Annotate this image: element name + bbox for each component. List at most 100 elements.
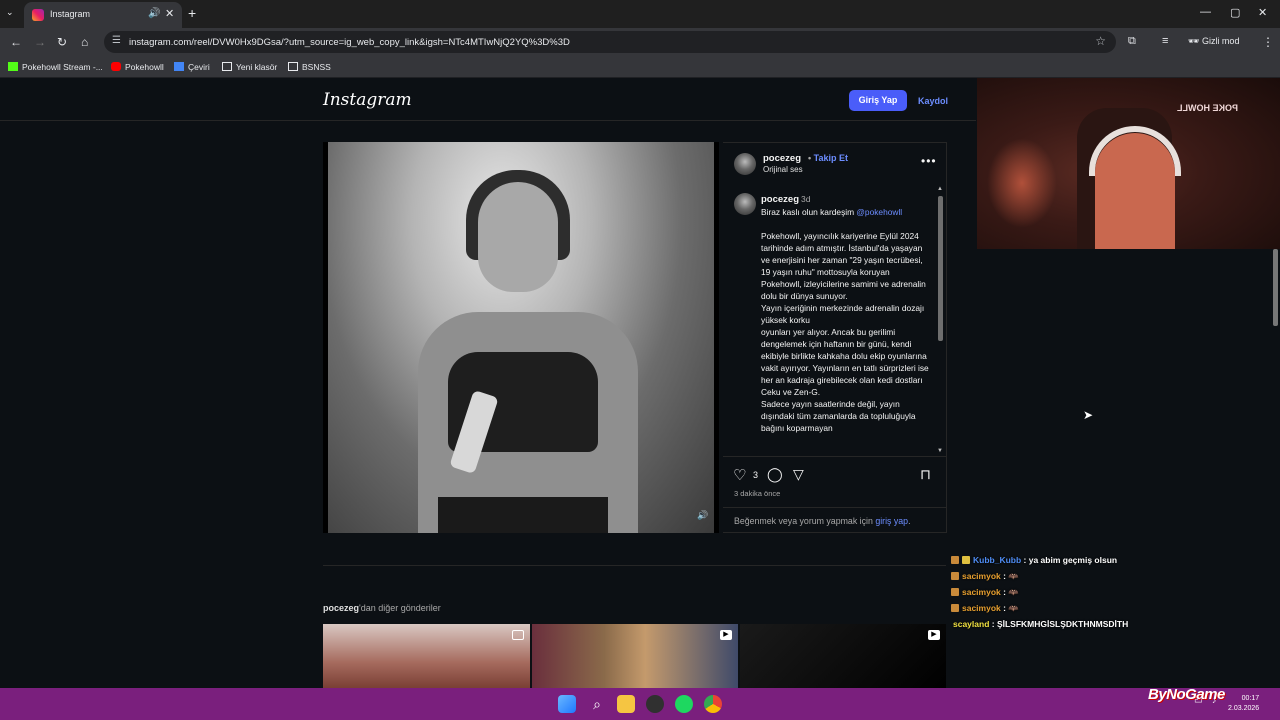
search-icon[interactable]: ⌕ bbox=[588, 695, 606, 713]
share-icon[interactable]: ▽ bbox=[793, 466, 804, 483]
tab-strip: ⌄ Instagram 🔊 ✕ + — ▢ ✕ bbox=[0, 0, 1280, 28]
post-thumbnail[interactable] bbox=[323, 624, 530, 688]
more-options-icon[interactable]: ••• bbox=[921, 154, 937, 168]
audio-playing-icon[interactable]: 🔊 bbox=[148, 8, 160, 19]
caption-paragraph: Yayın içeriğinin merkezinde adrenalin do… bbox=[761, 303, 925, 325]
chat-user: sacimyok bbox=[962, 571, 1001, 581]
post-thumbnail[interactable]: ▶ bbox=[532, 624, 738, 688]
cam-lamp-glow bbox=[987, 138, 1057, 228]
bookmark-pokehowll[interactable]: Pokehowll bbox=[111, 62, 164, 72]
scroll-up-icon[interactable]: ▲ bbox=[937, 186, 943, 192]
caption-paragraph: Pokehowll, yayıncılık kariyerine Eylül 2… bbox=[761, 231, 926, 301]
bookmark-label: BSNSS bbox=[302, 62, 331, 72]
incognito-icon: 🕶 bbox=[1188, 36, 1202, 46]
bookmark-ceviri[interactable]: Çeviri bbox=[174, 62, 210, 72]
bookmark-folder-yeni-klasor[interactable]: Yeni klasör bbox=[222, 62, 277, 72]
bookmark-label: Çeviri bbox=[188, 62, 210, 72]
caption-scroll-thumb[interactable] bbox=[938, 196, 943, 341]
login-prompt-text: Beğenmek veya yorum yapmak için bbox=[734, 516, 873, 526]
browser-menu-icon[interactable]: ⋮ bbox=[1262, 35, 1274, 49]
media-controls-icon[interactable]: ≡ bbox=[1162, 35, 1168, 47]
avatar[interactable] bbox=[734, 153, 756, 175]
folder-icon bbox=[288, 62, 298, 71]
file-explorer-icon[interactable] bbox=[617, 695, 635, 713]
spotify-icon[interactable] bbox=[675, 695, 693, 713]
carousel-icon bbox=[512, 630, 524, 640]
audio-label[interactable]: Orijinal ses bbox=[763, 165, 803, 174]
caption-first-line-text: Biraz kaslı olun kardeşim bbox=[761, 207, 855, 217]
login-prompt: Beğenmek veya yorum yapmak için giriş ya… bbox=[723, 507, 947, 526]
post-time-ago: 3 dakika önce bbox=[734, 489, 781, 498]
reel-video[interactable] bbox=[323, 142, 719, 533]
comment-icon[interactable]: ◯ bbox=[767, 466, 783, 483]
chat-text: : 🦇 bbox=[1003, 603, 1019, 613]
page-scrollbar[interactable] bbox=[1271, 249, 1280, 688]
more-posts-user[interactable]: pocezeg bbox=[323, 603, 359, 613]
chat-message: Kubb_Kubb : ya abim geçmiş olsun bbox=[951, 555, 1117, 565]
chat-text: : ya abim geçmiş olsun bbox=[1023, 555, 1118, 565]
chat-user: sacimyok bbox=[962, 603, 1001, 613]
close-tab-icon[interactable]: ✕ bbox=[165, 7, 174, 20]
system-clock[interactable]: 00:17 2.03.2026 bbox=[1228, 694, 1259, 714]
caption-paragraph: Sadece yayın saatlerinde değil, yayın dı… bbox=[761, 399, 916, 433]
browser-toolbar: ← → ↻ ⌂ ☰ instagram.com/reel/DVW0Hx9DGsa… bbox=[0, 28, 1280, 56]
reload-icon[interactable]: ↻ bbox=[57, 35, 67, 49]
minimize-icon[interactable]: — bbox=[1200, 6, 1211, 18]
reel-icon: ▶ bbox=[720, 630, 732, 640]
post-author[interactable]: pocezeg bbox=[763, 153, 801, 164]
tab-search-icon[interactable]: ⌄ bbox=[6, 7, 14, 18]
post-thumbnail[interactable]: ▶ bbox=[740, 624, 946, 688]
start-icon[interactable] bbox=[558, 695, 576, 713]
chrome-icon[interactable] bbox=[704, 695, 722, 713]
chat-badge-icon bbox=[951, 604, 959, 612]
reel-frame-image bbox=[328, 142, 714, 533]
new-tab-icon[interactable]: + bbox=[188, 5, 196, 21]
incognito-label: Gizli mod bbox=[1201, 36, 1240, 46]
chat-user: scayland bbox=[953, 619, 990, 629]
more-posts-suffix: 'dan diğer gönderiler bbox=[359, 603, 441, 613]
chat-badge-icon bbox=[951, 572, 959, 580]
instagram-logo[interactable]: Instagram bbox=[323, 90, 412, 110]
chat-user: sacimyok bbox=[962, 587, 1001, 597]
site-info-icon[interactable]: ☰ bbox=[112, 35, 121, 46]
like-icon[interactable]: ♡ bbox=[733, 466, 746, 484]
screenshot-icon[interactable]: ⧉ bbox=[1128, 35, 1136, 48]
chat-badge-icon bbox=[951, 588, 959, 596]
caption-author[interactable]: pocezeg bbox=[761, 194, 799, 205]
bookmark-pokehowll-stream[interactable]: Pokehowll Stream -... bbox=[8, 62, 103, 72]
save-icon[interactable]: ⊓ bbox=[920, 466, 931, 483]
url-text[interactable]: instagram.com/reel/DVW0Hx9DGsa/?utm_sour… bbox=[129, 37, 570, 48]
scroll-down-icon[interactable]: ▼ bbox=[937, 448, 943, 454]
obs-icon[interactable] bbox=[646, 695, 664, 713]
login-prompt-link[interactable]: giriş yap bbox=[875, 516, 908, 526]
tab-instagram[interactable]: Instagram 🔊 ✕ bbox=[24, 2, 182, 28]
volume-icon[interactable]: 🔊 bbox=[697, 510, 708, 521]
bookmark-label: Yeni klasör bbox=[236, 62, 278, 72]
page-scroll-thumb[interactable] bbox=[1273, 249, 1278, 326]
caption-scrollbar[interactable]: ▲ ▼ bbox=[937, 186, 945, 456]
follow-separator: • bbox=[808, 153, 812, 163]
caption-mention-link[interactable]: @pokehowll bbox=[856, 207, 902, 217]
incognito-indicator[interactable]: 🕶 Gizli mod bbox=[1188, 36, 1239, 47]
youtube-icon bbox=[111, 62, 121, 71]
chat-message: scayland : ŞİLSFKMHGİSLŞDKTHNMSDİTH bbox=[951, 619, 1128, 629]
tab-title: Instagram bbox=[50, 9, 91, 19]
home-icon[interactable]: ⌂ bbox=[81, 35, 88, 49]
signup-link[interactable]: Kaydol bbox=[918, 96, 948, 106]
chat-badge-icon bbox=[962, 556, 970, 564]
login-button[interactable]: Giriş Yap bbox=[849, 90, 907, 111]
chat-message: sacimyok : 🦇 bbox=[951, 587, 1019, 598]
channel-watermark: ByNoGame bbox=[1148, 686, 1225, 703]
maximize-icon[interactable]: ▢ bbox=[1230, 6, 1240, 19]
follow-label: Takip Et bbox=[813, 153, 849, 163]
bookmark-folder-bsnss[interactable]: BSNSS bbox=[288, 62, 331, 72]
bookmark-star-icon[interactable]: ☆ bbox=[1095, 34, 1106, 48]
caption-avatar[interactable] bbox=[734, 193, 756, 215]
bookmarks-bar: Pokehowll Stream -... Pokehowll Çeviri Y… bbox=[0, 56, 1280, 78]
forward-icon[interactable]: → bbox=[34, 35, 46, 49]
address-bar[interactable]: ☰ instagram.com/reel/DVW0Hx9DGsa/?utm_so… bbox=[104, 31, 1116, 53]
like-count[interactable]: 3 bbox=[753, 470, 758, 480]
close-window-icon[interactable]: ✕ bbox=[1258, 6, 1267, 19]
back-icon[interactable]: ← bbox=[10, 35, 22, 49]
follow-button[interactable]: • Takip Et bbox=[808, 153, 848, 163]
